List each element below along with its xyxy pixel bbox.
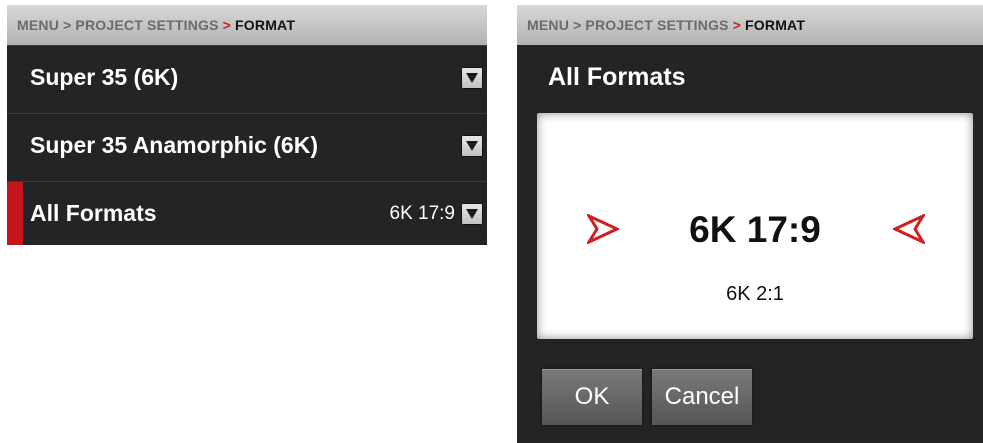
breadcrumb-arrow: > (732, 17, 742, 33)
breadcrumb-separator: > (63, 17, 72, 33)
next-option[interactable]: 6K 2:1 (537, 283, 973, 306)
breadcrumb: MENU > PROJECT SETTINGS > FORMAT (517, 5, 983, 45)
breadcrumb-separator: > (573, 17, 582, 33)
format-row-super35-anamorphic[interactable]: Super 35 Anamorphic (6K) (7, 113, 487, 177)
breadcrumb-current: FORMAT (235, 17, 296, 33)
ok-button[interactable]: OK (540, 367, 644, 427)
breadcrumb: MENU > PROJECT SETTINGS > FORMAT (7, 5, 487, 45)
format-row-label: Super 35 (6K) (30, 64, 179, 90)
breadcrumb-current: FORMAT (745, 17, 806, 33)
format-row-label: Super 35 Anamorphic (6K) (30, 132, 318, 158)
chevron-down-icon[interactable] (461, 134, 483, 157)
format-row-label: All Formats (30, 200, 157, 226)
selection-indicator (7, 182, 23, 245)
format-row-super35[interactable]: Super 35 (6K) (7, 45, 487, 109)
format-picker-dialog: MENU > PROJECT SETTINGS > FORMAT All For… (517, 5, 983, 443)
breadcrumb-menu[interactable]: MENU (527, 17, 569, 33)
format-list-panel: MENU > PROJECT SETTINGS > FORMAT Super 3… (7, 5, 487, 245)
format-row-all-formats[interactable]: All Formats 6K 17:9 (7, 181, 487, 245)
chevron-down-icon[interactable] (461, 202, 483, 225)
chevron-down-icon[interactable] (461, 66, 483, 89)
format-row-value: 6K 17:9 (389, 202, 456, 224)
dialog-title: All Formats (548, 63, 686, 91)
value-picker[interactable]: 6K 17:9 6K 2:1 (537, 113, 973, 339)
breadcrumb-arrow: > (222, 17, 232, 33)
breadcrumb-menu[interactable]: MENU (17, 17, 59, 33)
breadcrumb-project-settings[interactable]: PROJECT SETTINGS (585, 17, 728, 33)
arrow-right-icon[interactable] (891, 212, 927, 249)
breadcrumb-project-settings[interactable]: PROJECT SETTINGS (75, 17, 218, 33)
cancel-button[interactable]: Cancel (650, 367, 754, 427)
